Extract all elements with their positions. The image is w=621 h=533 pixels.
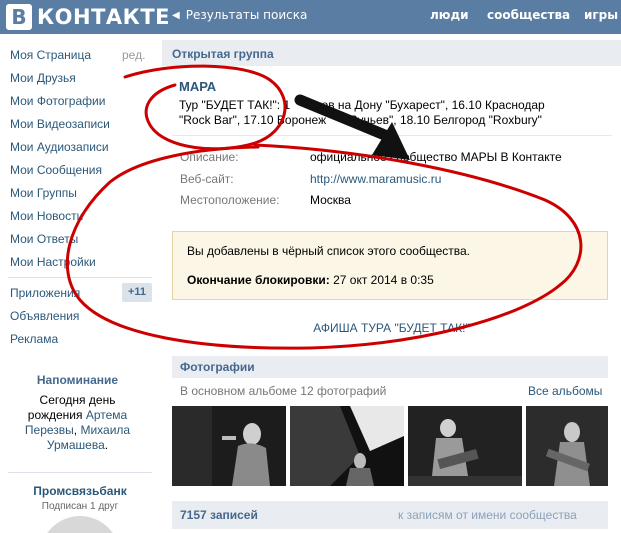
menu-my-settings[interactable]: Мои Настройки [10, 255, 96, 269]
photo-image [526, 406, 608, 486]
logo[interactable]: В КОНТАКТЕ [6, 4, 170, 30]
reminder-title: Напоминание [36, 373, 119, 387]
website-label: Веб-сайт: [180, 172, 234, 186]
posts-count[interactable]: 7157 записей [180, 508, 258, 522]
photos-header[interactable]: Фотографии [172, 356, 608, 378]
tour-poster-link[interactable]: АФИША ТУРА "БУДЕТ ТАК!" [162, 321, 621, 335]
photo-thumbnail[interactable] [290, 406, 404, 486]
apps-badge[interactable]: +11 [122, 283, 152, 302]
nav-communities-link[interactable]: сообщества [487, 8, 570, 22]
top-bar: В КОНТАКТЕ ◀ Результаты поиска люди сооб… [0, 0, 621, 34]
friend-link-artem[interactable]: Артема [86, 408, 127, 422]
location-label: Местоположение: [180, 193, 280, 207]
group-type-header: Открытая группа [162, 40, 621, 66]
menu-divider [8, 277, 152, 278]
nav-games-link[interactable]: игры [584, 8, 618, 22]
blacklist-message: Вы добавлены в чёрный список этого сообщ… [187, 244, 470, 258]
description-label: Описание: [180, 150, 239, 164]
status-line2-tail: Ручьев", 18.10 Белгород "Roxbury" [349, 113, 542, 127]
friend-link-mikhail[interactable]: Михаила [80, 423, 130, 437]
posts-bar: 7157 записей к записям от имени сообщест… [172, 501, 608, 529]
status-line2: "Rock Bar", 17.10 Воронеж [179, 113, 327, 127]
blacklist-end-value: 27 окт 2014 в 0:35 [333, 273, 434, 287]
menu-my-page[interactable]: Моя Страница [10, 48, 91, 62]
friend-link-urmashev[interactable]: Урмашева [47, 438, 105, 452]
menu-my-audio[interactable]: Мои Аудиозаписи [10, 140, 109, 154]
back-to-search-link[interactable]: ◀ Результаты поиска [172, 8, 307, 22]
photos-title: Фотографии [180, 360, 255, 374]
status-line1: Тур "БУДЕТ ТАК!": 1 [179, 98, 291, 112]
sponsor-subtitle: Подписан 1 друг [41, 501, 119, 512]
menu-my-videos[interactable]: Мои Видеозаписи [10, 117, 110, 131]
chevron-left-icon: ◀ [172, 9, 180, 21]
menu-advertising[interactable]: Реклама [10, 332, 58, 346]
photos-subtitle: В основном альбоме 12 фотографий [180, 384, 387, 398]
menu-my-news[interactable]: Мои Новости [10, 209, 83, 223]
main-content: Открытая группа МАРА Тур "БУДЕТ ТАК!": 1… [162, 34, 621, 533]
reminder-day: день [88, 393, 116, 407]
all-albums-link[interactable]: Все альбомы [528, 384, 602, 398]
logo-icon: В [6, 4, 32, 30]
reminder-dot: . [104, 438, 109, 452]
nav-people-link[interactable]: люди [430, 8, 469, 22]
blacklist-end-label: Окончание блокировки: [187, 273, 330, 287]
reminder-text: Сегодня день рождения Артема Перезвы, Ми… [10, 393, 145, 453]
blacklist-notice: Вы добавлены в чёрный список этого сообщ… [172, 231, 608, 300]
group-name: МАРА [179, 79, 217, 94]
menu-my-answers[interactable]: Мои Ответы [10, 232, 78, 246]
sponsor-name[interactable]: Промсвязьбанк [0, 484, 160, 498]
menu-my-friends[interactable]: Мои Друзья [10, 71, 76, 85]
menu-my-photos[interactable]: Мои Фотографии [10, 94, 105, 108]
edit-link[interactable]: ред. [122, 48, 145, 62]
posts-by-community-link[interactable]: к записям от имени сообщества [398, 508, 577, 522]
group-type-label: Открытая группа [172, 47, 274, 61]
menu-my-groups[interactable]: Мои Группы [10, 186, 77, 200]
friend-link-perezva[interactable]: Перезвы [25, 423, 74, 437]
menu-my-messages[interactable]: Мои Сообщения [10, 163, 102, 177]
photo-image [290, 406, 404, 486]
left-menu: Моя Страница ред. Мои Друзья Мои Фотогра… [0, 34, 160, 533]
back-link-label: Результаты поиска [185, 8, 308, 22]
sponsor-divider [8, 472, 152, 473]
group-status: Тур "БУДЕТ ТАК!": 1 стов на Дону "Бухаре… [179, 98, 579, 128]
status-line1-tail: стов на Дону "Бухарест", 16.10 Краснодар [310, 98, 545, 112]
photo-thumbnail[interactable] [526, 406, 608, 486]
photo-thumbnail[interactable] [408, 406, 522, 486]
logo-letter: В [11, 5, 27, 29]
logo-text: КОНТАКТЕ [37, 5, 171, 29]
birthday-reminder: Напоминание Сегодня день рождения Артема… [4, 363, 151, 457]
menu-ads[interactable]: Объявления [10, 309, 79, 323]
reminder-comma: , [73, 423, 78, 437]
reminder-today: Сегодня [39, 393, 86, 407]
description-value: официальное сообщество МАРЫ В Контакте [310, 150, 562, 164]
blacklist-end: Окончание блокировки: 27 окт 2014 в 0:35 [187, 273, 434, 287]
website-link[interactable]: http://www.maramusic.ru [310, 172, 441, 186]
reminder-birthday: рождения [27, 408, 83, 422]
photo-image [408, 406, 522, 486]
location-value: Москва [310, 193, 351, 207]
menu-apps[interactable]: Приложения [10, 286, 80, 300]
photo-thumbnail[interactable] [172, 406, 286, 486]
photo-image [172, 406, 286, 486]
info-divider [172, 135, 612, 136]
